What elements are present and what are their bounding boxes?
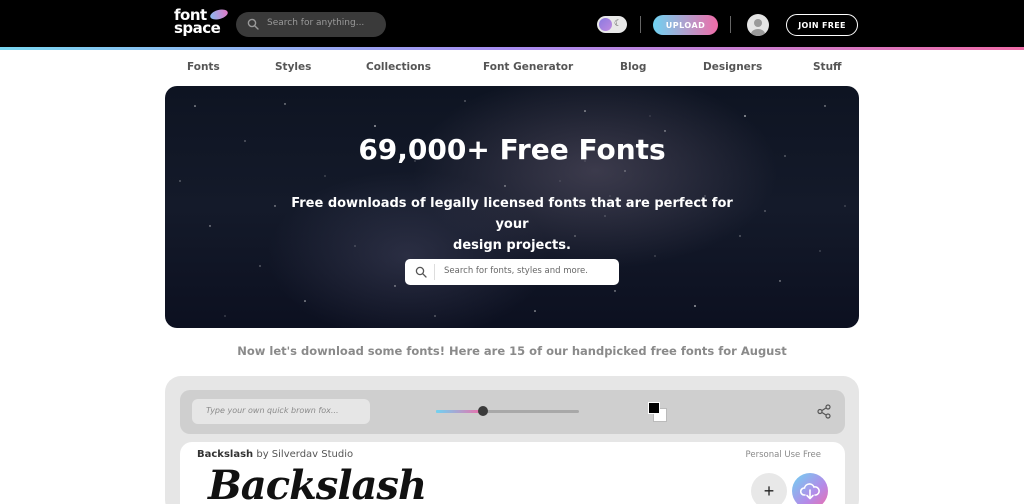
font-title: Backslash by Silverdav Studio [197, 449, 353, 460]
download-button[interactable] [792, 473, 828, 504]
license-label: Personal Use Free [745, 450, 821, 460]
toggle-knob [599, 18, 612, 31]
font-author[interactable]: by Silverdav Studio [256, 449, 353, 460]
search-separator [434, 264, 435, 280]
moon-icon: ☾ [614, 19, 623, 29]
font-sample[interactable]: Backslash [208, 462, 427, 504]
header-search-input[interactable]: Search for anything... [236, 12, 386, 37]
header-divider [640, 16, 641, 33]
nav-item-collections[interactable]: Collections [366, 61, 431, 73]
upload-button[interactable]: UPLOAD [653, 15, 718, 35]
header-accent-line [0, 47, 1024, 50]
share-icon[interactable] [817, 404, 831, 419]
add-to-collection-button[interactable]: + [751, 473, 787, 504]
hero-banner: 69,000+ Free Fonts Free downloads of leg… [165, 86, 859, 328]
preview-text-input[interactable]: Type your own quick brown fox... [192, 399, 370, 424]
nav-item-fonts[interactable]: Fonts [187, 61, 220, 73]
header-divider [730, 16, 731, 33]
search-icon [247, 18, 259, 30]
header-search-placeholder: Search for anything... [267, 18, 365, 28]
tagline: Now let's download some fonts! Here are … [237, 344, 787, 358]
join-free-button[interactable]: JOIN FREE [786, 14, 858, 36]
avatar[interactable] [747, 14, 769, 36]
hero-title: 69,000+ Free Fonts [358, 133, 666, 166]
top-bar [0, 0, 1024, 47]
search-icon [415, 266, 427, 278]
hero-subtitle: Free downloads of legally licensed fonts… [275, 193, 749, 256]
nav-item-styles[interactable]: Styles [275, 61, 311, 73]
nav-item-blog[interactable]: Blog [620, 61, 646, 73]
preview-text-placeholder: Type your own quick brown fox... [206, 406, 339, 415]
size-slider-fill [436, 410, 484, 413]
hero-search-input[interactable]: Search for fonts, styles and more. [405, 259, 619, 285]
cloud-download-icon [800, 483, 820, 500]
nav-item-designers[interactable]: Designers [703, 61, 762, 73]
font-name-link[interactable]: Backslash [197, 449, 253, 460]
user-icon [751, 19, 765, 36]
text-color-swatch[interactable] [648, 402, 660, 414]
hero-search-placeholder: Search for fonts, styles and more. [444, 266, 588, 276]
nav-item-font-generator[interactable]: Font Generator [483, 61, 573, 73]
fontspace-logo[interactable]: font space [174, 8, 230, 39]
theme-toggle[interactable]: ☾ [597, 16, 627, 33]
logo-line2: space [174, 19, 221, 37]
hero-subtitle-line2: design projects. [453, 238, 571, 253]
hero-subtitle-line1: Free downloads of legally licensed fonts… [291, 196, 733, 232]
nav-item-stuff[interactable]: Stuff [813, 61, 842, 73]
